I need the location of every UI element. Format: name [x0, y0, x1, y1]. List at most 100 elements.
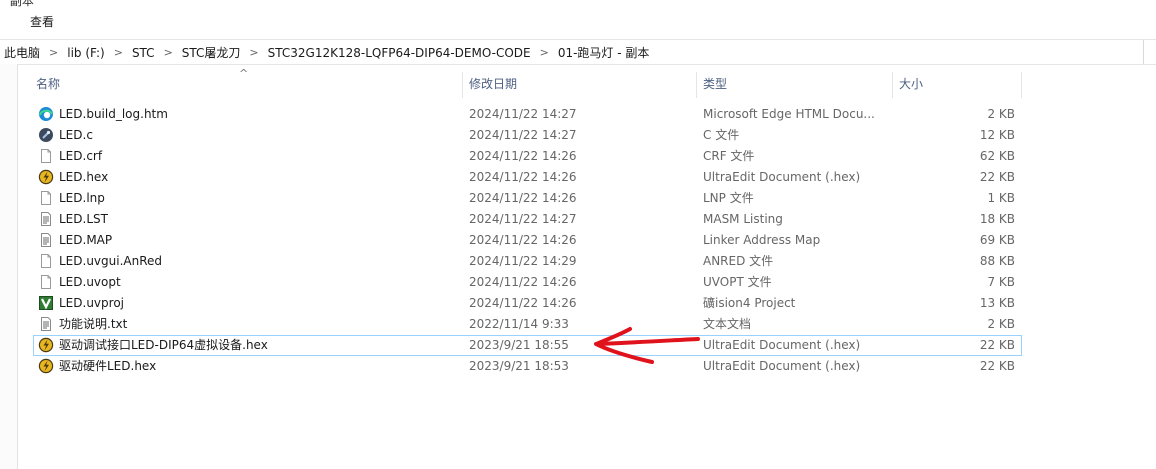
column-type[interactable]: 类型 [703, 70, 727, 99]
chevron-right-icon[interactable]: > [49, 46, 58, 59]
breadcrumb-item[interactable]: STC [132, 46, 155, 60]
file-date: 2024/11/22 14:26 [469, 170, 577, 184]
file-type: C 文件 [703, 128, 740, 142]
file-size: 69 KB [979, 233, 1015, 247]
chevron-right-icon[interactable]: > [249, 46, 258, 59]
file-type: MASM Listing [703, 212, 783, 226]
file-row[interactable]: LED.c 2024/11/22 14:27 C 文件 12 KB [33, 125, 1022, 146]
file-name: LED.LST [59, 212, 108, 226]
file-size: 2 KB [987, 317, 1015, 331]
file-size: 7 KB [987, 275, 1015, 289]
column-name[interactable]: 名称 [36, 70, 60, 99]
file-type: 文本文档 [703, 317, 752, 331]
file-size: 22 KB [979, 338, 1015, 352]
file-type: ANRED 文件 [703, 254, 774, 268]
file-name: LED.crf [59, 149, 103, 163]
file-size: 13 KB [979, 296, 1015, 310]
window-title-fragment: ˇ 副本 [0, 0, 34, 8]
text-file-icon [38, 211, 54, 227]
file-name: 驱动调试接口LED-DIP64虚拟设备.hex [59, 338, 268, 352]
breadcrumb-item[interactable]: 此电脑 [4, 44, 40, 61]
file-name: 驱动硬件LED.hex [59, 359, 157, 373]
file-type: CRF 文件 [703, 149, 755, 163]
file-row[interactable]: LED.uvopt 2024/11/22 14:26 UVOPT 文件 7 KB [33, 272, 1022, 293]
column-divider[interactable] [1021, 72, 1022, 98]
file-name: LED.uvproj [59, 296, 124, 310]
file-list: LED.build_log.htm 2024/11/22 14:27 Microso… [33, 104, 1022, 377]
column-divider[interactable] [462, 72, 463, 98]
ribbon: ˇ 副本 查看 [0, 0, 1156, 38]
blank-file-icon [38, 190, 54, 206]
file-date: 2024/11/22 14:26 [469, 149, 577, 163]
breadcrumb-item[interactable]: lib (F:) [67, 46, 104, 60]
column-header: 名称 ^ 修改日期 类型 大小 [30, 67, 1022, 99]
tab-view[interactable]: 查看 [30, 13, 54, 30]
file-name: LED.c [59, 128, 93, 142]
chevron-right-icon[interactable]: > [164, 46, 173, 59]
column-size[interactable]: 大小 [899, 70, 923, 99]
keil-project-icon [38, 295, 54, 311]
file-type: UltraEdit Document (.hex) [703, 170, 861, 184]
file-row[interactable]: LED.uvproj 2024/11/22 14:26 礦ision4 Projec… [33, 293, 1022, 314]
breadcrumb-item[interactable]: 01-跑马灯 - 副本 [558, 44, 650, 61]
file-size: 22 KB [979, 170, 1015, 184]
file-date: 2024/11/22 14:27 [469, 107, 577, 121]
file-row[interactable]: 驱动调试接口LED-DIP64虚拟设备.hex 2023/9/21 18:55 Ul… [33, 335, 1022, 356]
file-name: LED.uvopt [59, 275, 121, 289]
file-row[interactable]: LED.uvgui.AnRed 2024/11/22 14:29 ANRED 文件 8… [33, 251, 1022, 272]
file-date: 2024/11/22 14:27 [469, 212, 577, 226]
chevron-right-icon[interactable]: > [114, 46, 123, 59]
red-arrow-annotation [594, 327, 700, 364]
breadcrumb-item[interactable]: STC32G12K128-LQFP64-DIP64-DEMO-CODE [268, 46, 531, 60]
file-name: 功能说明.txt [59, 317, 128, 331]
chevron-right-icon[interactable]: > [540, 46, 549, 59]
file-row[interactable]: LED.build_log.htm 2024/11/22 14:27 Microso… [33, 104, 1022, 125]
file-size: 1 KB [987, 191, 1015, 205]
address-dropdown-button[interactable] [1143, 40, 1156, 64]
column-divider[interactable] [696, 72, 697, 98]
file-date: 2024/11/22 14:26 [469, 275, 577, 289]
blank-file-icon [38, 148, 54, 164]
file-row[interactable]: LED.hex 2024/11/22 14:26 UltraEdit Documen… [33, 167, 1022, 188]
file-date: 2024/11/22 14:26 [469, 296, 577, 310]
text-file-icon [38, 316, 54, 332]
file-size: 12 KB [979, 128, 1015, 142]
column-divider[interactable] [892, 72, 893, 98]
ultraedit-icon [38, 169, 54, 185]
file-row[interactable]: LED.crf 2024/11/22 14:26 CRF 文件 62 KB [33, 146, 1022, 167]
address-bar[interactable]: 此电脑 > lib (F:) > STC > STC屠龙刀 > STC32G12K128-LQF… [0, 39, 1156, 65]
breadcrumb-item[interactable]: STC屠龙刀 [182, 44, 241, 61]
ultraedit-icon [38, 358, 54, 374]
file-size: 22 KB [979, 359, 1015, 373]
file-size: 18 KB [979, 212, 1015, 226]
file-name: LED.hex [59, 170, 109, 184]
navigation-pane[interactable] [0, 64, 18, 469]
file-size: 2 KB [987, 107, 1015, 121]
file-size: 62 KB [979, 149, 1015, 163]
text-file-icon [38, 232, 54, 248]
file-type: Microsoft Edge HTML Docu... [703, 107, 875, 121]
file-row[interactable]: LED.LST 2024/11/22 14:27 MASM Listing 18 KB [33, 209, 1022, 230]
column-date[interactable]: 修改日期 [469, 70, 517, 99]
file-size: 88 KB [979, 254, 1015, 268]
file-date: 2024/11/22 14:26 [469, 233, 577, 247]
blank-file-icon [38, 253, 54, 269]
file-type: UVOPT 文件 [703, 275, 772, 289]
file-name: LED.lnp [59, 191, 105, 205]
file-name: LED.MAP [59, 233, 113, 247]
file-row[interactable]: 功能说明.txt 2022/11/14 9:33 文本文档 2 KB [33, 314, 1022, 335]
file-type: 礦ision4 Project [703, 296, 796, 310]
file-type: UltraEdit Document (.hex) [703, 338, 861, 352]
file-name: LED.uvgui.AnRed [59, 254, 163, 268]
file-date: 2024/11/22 14:27 [469, 128, 577, 142]
file-date: 2024/11/22 14:26 [469, 191, 577, 205]
file-type: LNP 文件 [703, 191, 754, 205]
file-row[interactable]: LED.lnp 2024/11/22 14:26 LNP 文件 1 KB [33, 188, 1022, 209]
ultraedit-icon [38, 337, 54, 353]
file-row[interactable]: LED.MAP 2024/11/22 14:26 Linker Address Ma… [33, 230, 1022, 251]
c-file-icon [38, 127, 54, 143]
sort-ascending-icon: ^ [239, 67, 249, 80]
file-row[interactable]: 驱动硬件LED.hex 2023/9/21 18:53 UltraEdit Docu… [33, 356, 1022, 377]
breadcrumb: 此电脑 > lib (F:) > STC > STC屠龙刀 > STC32G12K128-LQF… [4, 44, 649, 61]
file-type: UltraEdit Document (.hex) [703, 359, 861, 373]
